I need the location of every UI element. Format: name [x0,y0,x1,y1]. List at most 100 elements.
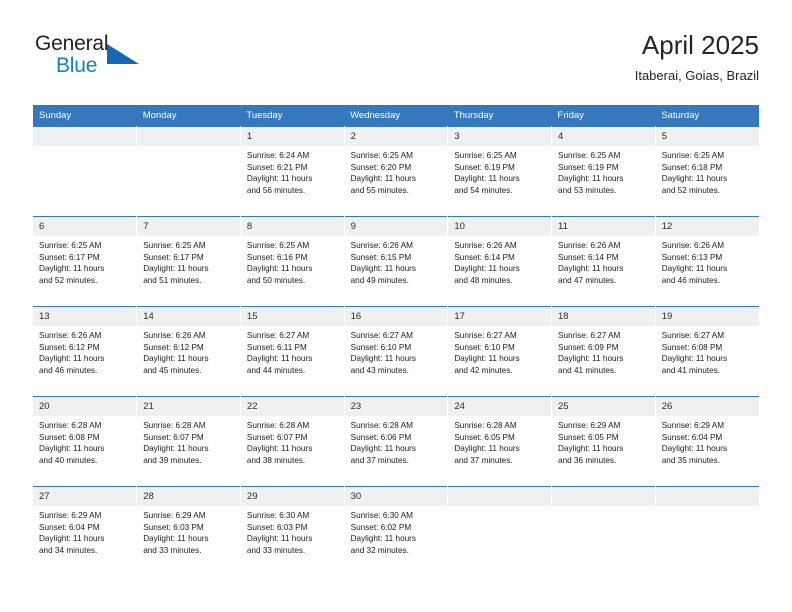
day-number: 9 [344,217,447,236]
day-number: 6 [33,217,136,236]
calendar-day-cell[interactable]: 2 Sunrise: 6:25 AM Sunset: 6:20 PM Daylight… [344,126,449,217]
day-number [137,127,240,146]
calendar-day-cell[interactable]: 27 Sunrise: 6:29 AM Sunset: 6:04 PM Dayligh… [33,486,138,576]
calendar-day-cell[interactable]: 7 Sunrise: 6:25 AM Sunset: 6:17 PM Daylight… [136,216,241,307]
day-cell-inner: 23 Sunrise: 6:28 AM Sunset: 6:06 PM Dayligh… [344,397,447,487]
calendar-day-cell[interactable]: 17 Sunrise: 6:27 AM Sunset: 6:10 PM Dayligh… [447,306,553,397]
day-cell-inner: 22 Sunrise: 6:28 AM Sunset: 6:07 PM Dayligh… [240,397,344,487]
daylight-text-line2: and 39 minutes. [143,455,202,465]
daylight-text-line1: Daylight: 11 hours [661,174,728,184]
sunset-text: Sunset: 6:04 PM [661,432,723,442]
day-number: 25 [552,397,655,416]
calendar-week-row: 1 Sunrise: 6:24 AM Sunset: 6:21 PM Daylight… [33,126,759,217]
calendar-day-cell[interactable]: 11 Sunrise: 6:26 AM Sunset: 6:14 PM Dayligh… [551,216,656,307]
calendar-day-cell[interactable]: 21 Sunrise: 6:28 AM Sunset: 6:07 PM Dayligh… [136,396,241,487]
calendar-day-cell[interactable]: 29 Sunrise: 6:30 AM Sunset: 6:03 PM Dayligh… [240,486,345,576]
calendar-day-cell[interactable]: 30 Sunrise: 6:30 AM Sunset: 6:02 PM Dayligh… [344,486,449,576]
calendar-day-cell[interactable]: 26 Sunrise: 6:29 AM Sunset: 6:04 PM Dayligh… [655,396,759,487]
sunrise-text: Sunrise: 6:27 AM [350,331,413,340]
day-number: 24 [448,397,551,416]
sunset-text: Sunset: 6:17 PM [143,252,204,262]
calendar-day-cell[interactable]: 9 Sunrise: 6:26 AM Sunset: 6:15 PM Daylight… [344,216,449,307]
day-number: 21 [137,397,240,416]
daylight-text-line2: and 32 minutes. [350,545,409,555]
calendar-week-row: 20 Sunrise: 6:28 AM Sunset: 6:08 PM Dayligh… [33,396,759,487]
weekday-header-saturday: Saturday [655,105,759,127]
day-details: Sunrise: 6:30 AM Sunset: 6:03 PM Daylight:… [241,506,343,556]
daylight-text-line1: Daylight: 11 hours [39,354,105,364]
daylight-text-line2: and 45 minutes. [143,365,202,375]
day-number: 7 [137,217,240,236]
day-cell-inner [137,127,240,217]
day-number: 27 [33,487,136,506]
generalblue-logo[interactable]: General Blue [33,30,153,86]
sunset-text: Sunset: 6:09 PM [558,342,619,352]
sunrise-text: Sunrise: 6:26 AM [350,241,413,250]
day-cell-inner: 20 Sunrise: 6:28 AM Sunset: 6:08 PM Dayligh… [33,397,136,487]
sunset-text: Sunset: 6:19 PM [558,162,619,172]
calendar-day-cell[interactable]: 1 Sunrise: 6:24 AM Sunset: 6:21 PM Daylight… [240,126,345,217]
logo-text-blue: Blue [56,54,98,77]
sunrise-sunset-calendar: Sunday Monday Tuesday Wednesday Thursday… [33,105,759,576]
day-details: Sunrise: 6:26 AM Sunset: 6:12 PM Daylight:… [137,326,239,376]
day-number: 20 [33,397,136,416]
day-details: Sunrise: 6:25 AM Sunset: 6:20 PM Daylight:… [345,146,447,196]
calendar-day-cell[interactable]: 19 Sunrise: 6:27 AM Sunset: 6:08 PM Dayligh… [655,306,759,397]
day-cell-inner: 10 Sunrise: 6:26 AM Sunset: 6:14 PM Dayligh… [448,217,551,307]
day-details: Sunrise: 6:28 AM Sunset: 6:05 PM Daylight:… [448,416,550,466]
day-number: 17 [448,307,551,326]
sunrise-text: Sunrise: 6:26 AM [143,331,206,340]
daylight-text-line1: Daylight: 11 hours [454,354,520,364]
calendar-page: General Blue April 2025 Itaberai, Goias,… [0,0,792,612]
calendar-day-cell[interactable]: 28 Sunrise: 6:29 AM Sunset: 6:03 PM Dayligh… [136,486,241,576]
sunset-text: Sunset: 6:04 PM [39,522,100,532]
calendar-day-cell[interactable]: 13 Sunrise: 6:26 AM Sunset: 6:12 PM Dayligh… [33,306,138,397]
calendar-day-cell[interactable]: 5 Sunrise: 6:25 AM Sunset: 6:18 PM Daylight… [655,126,759,217]
calendar-day-cell[interactable]: 3 Sunrise: 6:25 AM Sunset: 6:19 PM Daylight… [447,126,553,217]
calendar-day-cell[interactable]: 16 Sunrise: 6:27 AM Sunset: 6:10 PM Dayligh… [344,306,449,397]
daylight-text-line2: and 34 minutes. [39,545,98,555]
sunset-text: Sunset: 6:07 PM [143,432,204,442]
day-cell-inner: 1 Sunrise: 6:24 AM Sunset: 6:21 PM Daylight… [240,127,344,217]
sunrise-text: Sunrise: 6:29 AM [143,511,206,520]
daylight-text-line1: Daylight: 11 hours [558,174,624,184]
daylight-text-line1: Daylight: 11 hours [143,444,209,454]
day-number: 13 [33,307,136,326]
calendar-cell-empty [447,486,553,576]
weekday-header-friday: Friday [551,105,656,127]
calendar-day-cell[interactable]: 4 Sunrise: 6:25 AM Sunset: 6:19 PM Daylight… [551,126,656,217]
sunset-text: Sunset: 6:05 PM [558,432,619,442]
sunset-text: Sunset: 6:13 PM [661,252,723,262]
daylight-text-line2: and 37 minutes. [350,455,409,465]
calendar-day-cell[interactable]: 6 Sunrise: 6:25 AM Sunset: 6:17 PM Daylight… [33,216,138,307]
calendar-day-cell[interactable]: 10 Sunrise: 6:26 AM Sunset: 6:14 PM Dayligh… [447,216,553,307]
sunset-text: Sunset: 6:14 PM [454,252,515,262]
calendar-day-cell[interactable]: 14 Sunrise: 6:26 AM Sunset: 6:12 PM Dayligh… [136,306,241,397]
day-cell-inner: 7 Sunrise: 6:25 AM Sunset: 6:17 PM Daylight… [137,217,240,307]
calendar-day-cell[interactable]: 24 Sunrise: 6:28 AM Sunset: 6:05 PM Dayligh… [447,396,553,487]
calendar-cell-empty [33,126,138,217]
daylight-text-line1: Daylight: 11 hours [246,354,313,364]
sunrise-text: Sunrise: 6:29 AM [558,421,621,430]
calendar-day-cell[interactable]: 15 Sunrise: 6:27 AM Sunset: 6:11 PM Dayligh… [240,306,345,397]
weekday-header-thursday: Thursday [447,105,552,127]
day-details: Sunrise: 6:27 AM Sunset: 6:10 PM Daylight:… [448,326,550,376]
day-details: Sunrise: 6:25 AM Sunset: 6:18 PM Daylight:… [656,146,759,196]
daylight-text-line2: and 33 minutes. [246,545,306,555]
calendar-day-cell[interactable]: 12 Sunrise: 6:26 AM Sunset: 6:13 PM Dayligh… [655,216,759,307]
daylight-text-line1: Daylight: 11 hours [454,444,520,454]
calendar-day-cell[interactable]: 22 Sunrise: 6:28 AM Sunset: 6:07 PM Dayligh… [240,396,345,487]
calendar-day-cell[interactable]: 25 Sunrise: 6:29 AM Sunset: 6:05 PM Dayligh… [551,396,656,487]
calendar-day-cell[interactable]: 18 Sunrise: 6:27 AM Sunset: 6:09 PM Dayligh… [551,306,656,397]
daylight-text-line2: and 46 minutes. [661,275,720,285]
sunrise-text: Sunrise: 6:28 AM [350,421,413,430]
calendar-day-cell[interactable]: 8 Sunrise: 6:25 AM Sunset: 6:16 PM Daylight… [240,216,345,307]
calendar-day-cell[interactable]: 23 Sunrise: 6:28 AM Sunset: 6:06 PM Dayligh… [344,396,449,487]
day-cell-inner: 16 Sunrise: 6:27 AM Sunset: 6:10 PM Dayligh… [344,307,447,397]
daylight-text-line1: Daylight: 11 hours [661,444,728,454]
day-details: Sunrise: 6:25 AM Sunset: 6:19 PM Daylight:… [552,146,654,196]
day-details: Sunrise: 6:27 AM Sunset: 6:11 PM Daylight:… [241,326,343,376]
calendar-day-cell[interactable]: 20 Sunrise: 6:28 AM Sunset: 6:08 PM Dayligh… [33,396,138,487]
sunset-text: Sunset: 6:15 PM [350,252,412,262]
daylight-text-line1: Daylight: 11 hours [558,354,624,364]
